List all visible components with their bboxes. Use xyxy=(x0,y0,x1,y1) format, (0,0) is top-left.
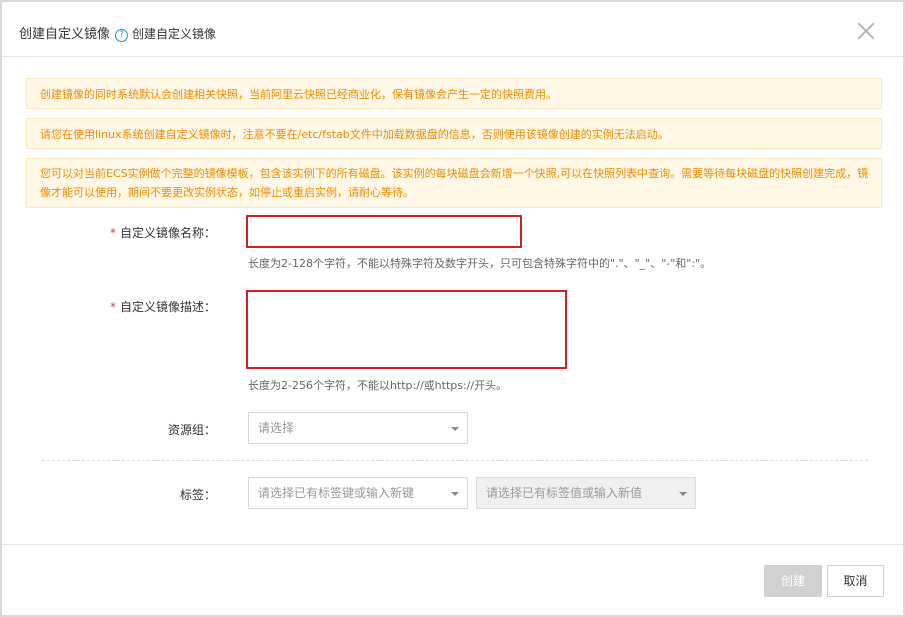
close-icon[interactable] xyxy=(856,21,876,41)
help-link[interactable]: 创建自定义镜像 xyxy=(132,27,216,41)
dialog-header: 创建自定义镜像? 创建自定义镜像 xyxy=(2,2,903,57)
section-divider xyxy=(42,460,868,461)
chevron-down-icon xyxy=(451,492,459,496)
image-name-input[interactable] xyxy=(246,215,522,248)
create-button[interactable]: 创建 xyxy=(764,565,822,597)
tag-value-placeholder: 请选择已有标签值或输入新值 xyxy=(486,486,643,500)
dialog-title-row: 创建自定义镜像? 创建自定义镜像 xyxy=(19,23,216,42)
tag-key-placeholder: 请选择已有标签键或输入新键 xyxy=(258,486,415,500)
chevron-down-icon xyxy=(679,492,687,496)
image-name-label: * 自定义镜像名称： xyxy=(110,224,216,241)
notice-linux-fstab: 请您在使用linux系统创建自定义镜像时，注意不要在/etc/fstab文件中加… xyxy=(26,118,882,149)
resource-group-placeholder: 请选择 xyxy=(258,421,295,435)
image-desc-textarea[interactable] xyxy=(246,290,567,369)
resource-group-label: 资源组： xyxy=(167,423,216,437)
tag-value-select[interactable]: 请选择已有标签值或输入新值 xyxy=(476,477,696,509)
footer-divider xyxy=(2,544,903,545)
required-mark: * xyxy=(109,226,116,240)
resource-group-select[interactable]: 请选择 xyxy=(248,412,468,444)
notice-snapshot-fee: 创建镜像的同时系统默认会创建相关快照，当前阿里云快照已经商业化，保有镜像会产生一… xyxy=(26,78,882,109)
image-desc-hint: 长度为2-256个字符，不能以http://或https://开头。 xyxy=(248,379,508,392)
image-name-hint: 长度为2-128个字符，不能以特殊字符及数字开头，只可包含特殊字符中的"."、"… xyxy=(248,257,712,270)
tag-label: 标签： xyxy=(179,488,216,502)
image-name-label-text: 自定义镜像名称： xyxy=(119,226,216,240)
dialog-title: 创建自定义镜像 xyxy=(19,27,111,42)
image-desc-label: * 自定义镜像描述： xyxy=(110,298,216,315)
notice-instance-disks: 您可以对当前ECS实例做个完整的镜像模板，包含该实例下的所有磁盘。该实例的每块磁… xyxy=(26,158,882,208)
chevron-down-icon xyxy=(451,427,459,431)
create-image-dialog: 创建自定义镜像? 创建自定义镜像 创建镜像的同时系统默认会创建相关快照，当前阿里云… xyxy=(0,0,905,617)
cancel-button[interactable]: 取消 xyxy=(827,565,884,597)
required-mark: * xyxy=(109,300,116,314)
image-desc-label-text: 自定义镜像描述： xyxy=(119,300,216,314)
help-icon[interactable]: ? xyxy=(115,29,129,42)
tag-key-select[interactable]: 请选择已有标签键或输入新键 xyxy=(248,477,468,509)
